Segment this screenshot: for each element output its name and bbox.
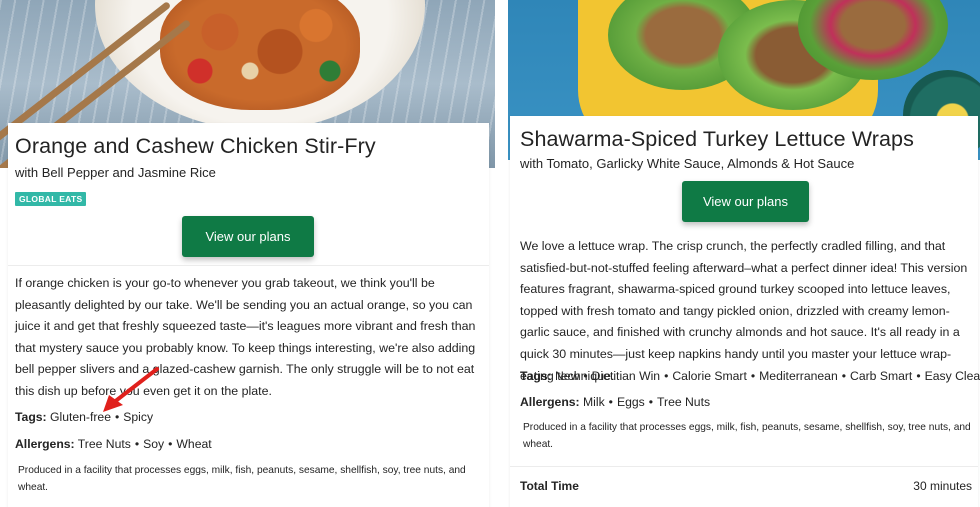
allergen-item: Tree Nuts: [77, 437, 131, 451]
tag-item[interactable]: New: [555, 369, 579, 383]
allergen-item: Soy: [143, 437, 165, 451]
recipe-badge: GLOBAL EATS: [15, 192, 87, 206]
recipe-description: If orange chicken is your go-to whenever…: [15, 276, 476, 398]
recipe-panel-left: Orange and Cashew Chicken Stir-Fry with …: [0, 0, 495, 507]
allergens-label: Allergens:: [520, 395, 580, 409]
food-illustration: [160, 0, 360, 110]
card-divider: [510, 466, 978, 467]
tag-item[interactable]: Calorie Smart: [672, 369, 747, 383]
tag-item[interactable]: Easy Cleanup: [925, 369, 980, 383]
tags-label: Tags:: [520, 369, 552, 383]
tag-item[interactable]: Dietitian Win: [592, 369, 660, 383]
recipe-allergens: Allergens: Tree Nuts • Soy • Wheat: [15, 437, 212, 451]
recipe-card: Orange and Cashew Chicken Stir-Fry with …: [8, 123, 489, 507]
facility-note: Produced in a facility that processes eg…: [18, 465, 466, 493]
view-plans-button[interactable]: View our plans: [682, 181, 809, 222]
recipe-subtitle: with Bell Pepper and Jasmine Rice: [15, 165, 216, 180]
recipe-card: Shawarma-Spiced Turkey Lettuce Wraps wit…: [510, 116, 980, 507]
recipe-subtitle: with Tomato, Garlicky White Sauce, Almon…: [520, 156, 855, 171]
tag-item[interactable]: Mediterranean: [759, 369, 838, 383]
facility-note: Produced in a facility that processes eg…: [523, 422, 971, 450]
allergen-item: Wheat: [176, 437, 212, 451]
tag-item[interactable]: Carb Smart: [850, 369, 912, 383]
recipe-title: Orange and Cashew Chicken Stir-Fry: [15, 134, 376, 158]
allergen-item: Tree Nuts: [657, 395, 711, 409]
total-time-label: Total Time: [520, 479, 579, 493]
recipe-panel-right: Shawarma-Spiced Turkey Lettuce Wraps wit…: [508, 0, 980, 507]
recipe-description: We love a lettuce wrap. The crisp crunch…: [520, 239, 968, 383]
allergen-item: Milk: [583, 395, 605, 409]
total-time-value: 30 minutes: [913, 479, 972, 493]
view-plans-button[interactable]: View our plans: [182, 216, 314, 257]
card-divider: [8, 265, 489, 266]
tags-label: Tags:: [15, 410, 47, 424]
recipe-title: Shawarma-Spiced Turkey Lettuce Wraps: [520, 127, 914, 151]
recipe-allergens: Allergens: Milk • Eggs • Tree Nuts: [520, 395, 711, 409]
allergen-item: Eggs: [616, 395, 645, 409]
annotation-arrow-icon: [103, 367, 159, 412]
allergens-label: Allergens:: [15, 437, 75, 451]
recipe-tags: Tags: New • Dietitian Win • Calorie Smart • Me…: [520, 369, 980, 383]
